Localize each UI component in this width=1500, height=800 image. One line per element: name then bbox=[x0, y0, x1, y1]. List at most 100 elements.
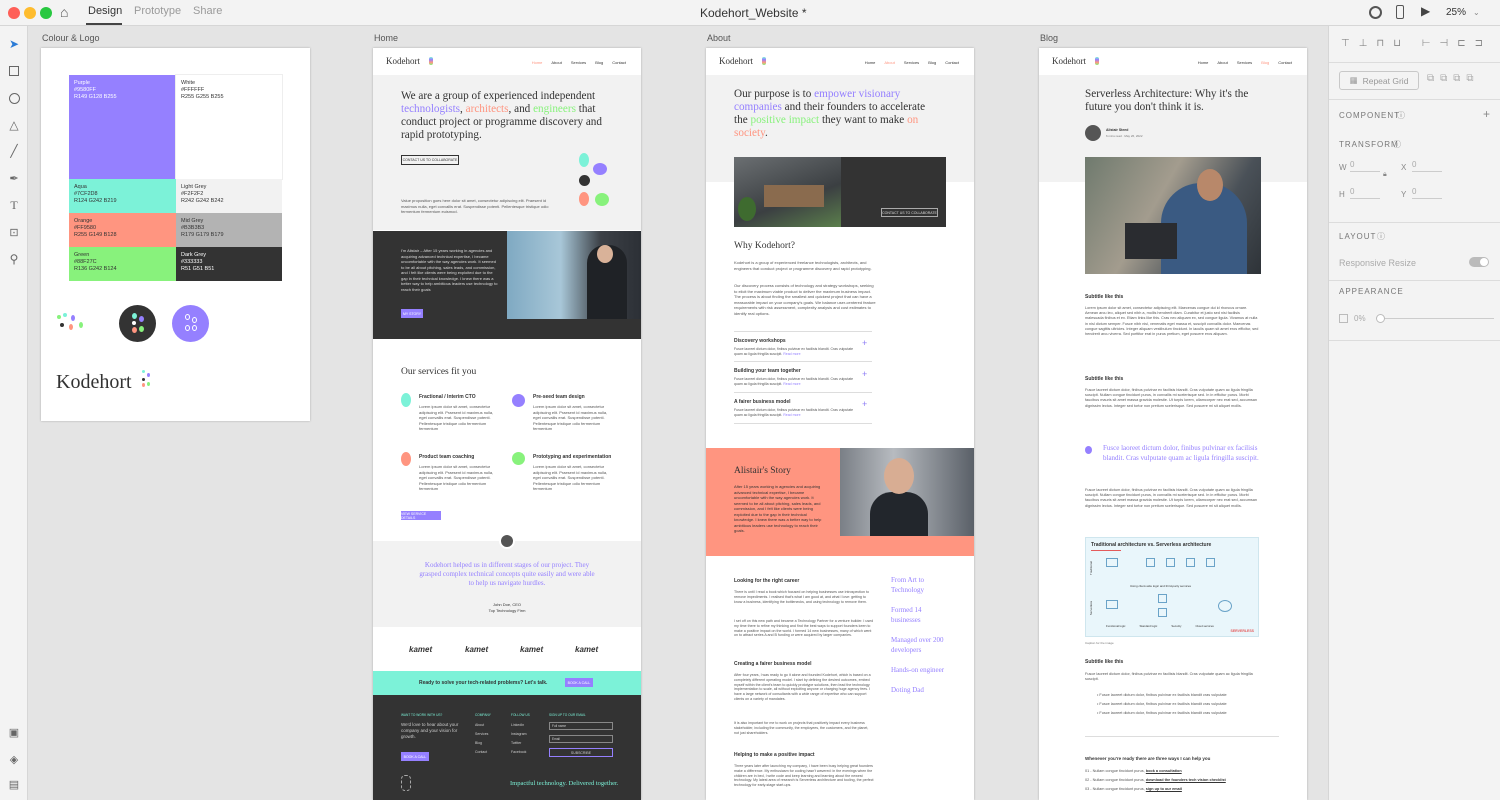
x-field[interactable]: 0 bbox=[1412, 160, 1442, 172]
artboard-about[interactable]: Kodehort Home About Services Blog Contact Ou… bbox=[706, 48, 974, 800]
nav-home[interactable]: Home bbox=[1198, 60, 1209, 65]
lock-aspect-icon[interactable]: 🔒︎ bbox=[1383, 171, 1387, 179]
rectangle-tool-icon[interactable] bbox=[6, 63, 22, 79]
nav-contact[interactable]: Contact bbox=[945, 60, 959, 65]
nav-home[interactable]: Home bbox=[865, 60, 876, 65]
close-window-button[interactable] bbox=[8, 7, 20, 19]
add-component-icon[interactable]: + bbox=[1483, 107, 1490, 121]
plus-icon[interactable]: + bbox=[862, 399, 867, 409]
nav-blog[interactable]: Blog bbox=[595, 60, 603, 65]
chevron-down-icon[interactable]: ⌄ bbox=[793, 8, 800, 17]
select-tool-icon[interactable]: ➤ bbox=[6, 36, 22, 52]
band-book-call-button[interactable]: BOOK A CALL bbox=[565, 678, 593, 687]
nav-blog[interactable]: Blog bbox=[928, 60, 936, 65]
assets-icon[interactable]: ▣ bbox=[6, 724, 22, 740]
accordion-business[interactable]: A fairer business model bbox=[734, 399, 791, 405]
nav-services[interactable]: Services bbox=[1237, 60, 1252, 65]
tab-prototype[interactable]: Prototype bbox=[134, 5, 181, 17]
home-hero-heading: We are a group of experienced independen… bbox=[401, 90, 602, 141]
ellipse-tool-icon[interactable] bbox=[6, 90, 22, 106]
responsive-resize-toggle[interactable] bbox=[1469, 257, 1489, 267]
footer-link[interactable]: Services bbox=[475, 730, 488, 739]
width-field[interactable]: 0 bbox=[1350, 160, 1380, 172]
footer-link[interactable]: Contact bbox=[475, 748, 488, 757]
nav-about[interactable]: About bbox=[551, 60, 561, 65]
document-title[interactable]: Kodehort_Website * bbox=[700, 6, 807, 20]
footer-book-call-button[interactable]: BOOK A CALL bbox=[401, 752, 429, 761]
height-field[interactable]: 0 bbox=[1350, 187, 1380, 199]
nav-about[interactable]: About bbox=[884, 60, 894, 65]
nav-about[interactable]: About bbox=[1217, 60, 1227, 65]
user-avatar-icon[interactable] bbox=[1369, 6, 1382, 19]
logo-dots bbox=[142, 370, 154, 390]
my-story-button[interactable]: MY STORY bbox=[401, 309, 423, 318]
home-icon[interactable]: ⌂ bbox=[60, 5, 68, 19]
shape-orange bbox=[579, 192, 589, 206]
footer-link[interactable]: Instagram bbox=[511, 730, 527, 739]
footer-link[interactable]: About bbox=[475, 721, 488, 730]
align-tools[interactable]: ⊤⊥⊓⊔ ⊢⊣⊏⊐ bbox=[1341, 38, 1492, 49]
plus-icon[interactable]: + bbox=[862, 369, 867, 379]
artboard-label-logo[interactable]: Colour & Logo bbox=[42, 33, 100, 43]
zoom-window-button[interactable] bbox=[40, 7, 52, 19]
view-services-button[interactable]: VIEW SERVICE DETAILS bbox=[401, 511, 441, 520]
repeat-grid-button[interactable]: ▦ Repeat Grid bbox=[1339, 71, 1419, 90]
tab-design[interactable]: Design bbox=[88, 5, 122, 17]
transform-heading: TRANSFORM bbox=[1339, 140, 1399, 149]
play-icon[interactable]: ▶ bbox=[1421, 4, 1430, 18]
checklist-link[interactable]: download the founders tech vision checkl… bbox=[1146, 778, 1226, 782]
accordion-discovery[interactable]: Discovery workshops bbox=[734, 338, 786, 344]
opacity-value[interactable]: 0% bbox=[1354, 314, 1366, 323]
opacity-slider-handle[interactable] bbox=[1376, 314, 1385, 323]
pen-tool-icon[interactable]: ✒ bbox=[6, 170, 22, 186]
zoom-tool-icon[interactable]: ⚲ bbox=[6, 251, 22, 267]
nav-blog[interactable]: Blog bbox=[1261, 60, 1269, 65]
swatch-name: Aqua bbox=[74, 184, 87, 190]
artboard-label-about[interactable]: About bbox=[707, 33, 731, 43]
footer-link[interactable]: Facebook bbox=[511, 748, 527, 757]
diagram-node-icon bbox=[1158, 608, 1167, 617]
zoom-level[interactable]: 25% bbox=[1446, 7, 1466, 18]
about-contact-button[interactable]: CONTACT US TO COLLABORATE bbox=[881, 208, 938, 217]
artboard-colour-logo[interactable]: Purple #9580FF R149 G128 B255 White #FFFFFF R… bbox=[41, 48, 310, 421]
polygon-tool-icon[interactable]: △ bbox=[6, 117, 22, 133]
opacity-slider[interactable] bbox=[1376, 318, 1494, 319]
nav-contact[interactable]: Contact bbox=[1278, 60, 1292, 65]
home-contact-button[interactable]: CONTACT US TO COLLABORATE bbox=[401, 155, 459, 165]
layers-icon[interactable]: ◈ bbox=[6, 751, 22, 767]
text-tool-icon[interactable]: T bbox=[6, 197, 22, 213]
nav-services[interactable]: Services bbox=[904, 60, 919, 65]
minimize-window-button[interactable] bbox=[24, 7, 36, 19]
line-tool-icon[interactable]: ╱ bbox=[6, 143, 22, 159]
artboard-label-blog[interactable]: Blog bbox=[1040, 33, 1058, 43]
y-field[interactable]: 0 bbox=[1412, 187, 1442, 199]
artboard-tool-icon[interactable]: ⊡ bbox=[6, 224, 22, 240]
nav-services[interactable]: Services bbox=[571, 60, 586, 65]
nav-contact[interactable]: Contact bbox=[612, 60, 626, 65]
info-icon[interactable]: ⓘ bbox=[1377, 231, 1385, 242]
artboard-blog[interactable]: Kodehort Home About Services Blog Contact Se… bbox=[1039, 48, 1307, 800]
footer-email-input[interactable]: Email bbox=[549, 735, 613, 743]
accordion-team[interactable]: Building your team together bbox=[734, 368, 801, 374]
nav-home[interactable]: Home bbox=[532, 60, 543, 65]
info-icon[interactable]: ⓘ bbox=[1397, 110, 1405, 121]
footer-link[interactable]: Twitter bbox=[511, 739, 527, 748]
x-label: X bbox=[1401, 163, 1407, 172]
footer-name-input[interactable]: Full name bbox=[549, 722, 613, 730]
boolean-tools[interactable]: ⧉⧉⧉⧉ bbox=[1427, 73, 1480, 84]
diagram-caption: Caption for the image bbox=[1085, 641, 1114, 645]
plus-icon[interactable]: + bbox=[862, 338, 867, 348]
plugins-icon[interactable]: ▤ bbox=[6, 776, 22, 792]
story-text: After 15 years working in agencies and a… bbox=[734, 484, 822, 533]
artboard-home[interactable]: Kodehort Home About Services Blog Contact We… bbox=[373, 48, 641, 800]
footer-subscribe-button[interactable]: SUBSCRIBE bbox=[549, 748, 613, 757]
mobile-preview-icon[interactable] bbox=[1396, 5, 1404, 19]
consultation-link[interactable]: book a consultation bbox=[1146, 769, 1182, 773]
footer-link[interactable]: Blog bbox=[475, 739, 488, 748]
tab-share[interactable]: Share bbox=[193, 5, 222, 17]
artboard-label-home[interactable]: Home bbox=[374, 33, 398, 43]
info-icon[interactable]: ⓘ bbox=[1393, 139, 1401, 150]
email-signup-link[interactable]: sign up to our email bbox=[1146, 787, 1182, 791]
chevron-down-icon[interactable]: ⌄ bbox=[1473, 8, 1480, 17]
footer-link[interactable]: LinkedIn bbox=[511, 721, 527, 730]
